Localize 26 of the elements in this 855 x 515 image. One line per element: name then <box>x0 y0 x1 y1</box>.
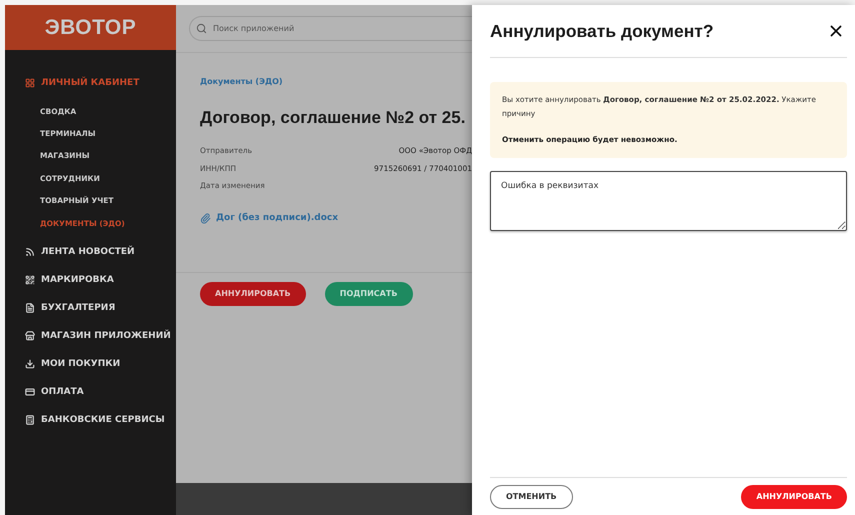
paperclip-icon <box>200 212 211 224</box>
action-button[interactable]: АННУЛИРОВАТЬ <box>200 282 306 306</box>
document-icon <box>25 303 35 314</box>
rss-icon <box>25 247 35 258</box>
sidebar-item[interactable]: ЛИЧНЫЙ КАБИНЕТ <box>25 69 176 97</box>
reason-field[interactable]: Ошибка в реквизитах <box>490 171 847 231</box>
search-field[interactable]: Поиск приложений <box>189 16 472 41</box>
sidebar-item[interactable]: ОПЛАТА <box>25 378 176 406</box>
dialog-title: Аннулировать документ? <box>490 20 714 42</box>
calculator-icon <box>25 415 35 426</box>
store-icon <box>25 331 35 342</box>
search-icon <box>196 23 207 34</box>
qr-code-icon <box>25 275 35 286</box>
document-title: Договор, соглашение №2 от 25. <box>200 108 466 128</box>
sidebar-item[interactable]: МАРКИРОВКА <box>25 266 176 294</box>
card-icon <box>25 387 35 398</box>
sidebar-item[interactable]: БУХГАЛТЕРИЯ <box>25 294 176 322</box>
download-icon <box>25 359 35 370</box>
sidebar-item[interactable]: МАГАЗИН ПРИЛОЖЕНИЙ <box>25 322 176 350</box>
sidebar-item[interactable]: БАНКОВСКИЕ СЕРВИСЫ <box>25 406 176 434</box>
sidebar-item[interactable]: ЛЕНТА НОВОСТЕЙ <box>25 238 176 266</box>
cancel-button[interactable]: ОТМЕНИТЬ <box>490 484 573 508</box>
confirm-button[interactable]: АННУЛИРОВАТЬ <box>741 484 847 508</box>
logo[interactable]: ЭВОТОР <box>5 5 176 50</box>
sidebar-item[interactable]: МОИ ПОКУПКИ <box>25 350 176 378</box>
grid-icon <box>25 78 35 88</box>
